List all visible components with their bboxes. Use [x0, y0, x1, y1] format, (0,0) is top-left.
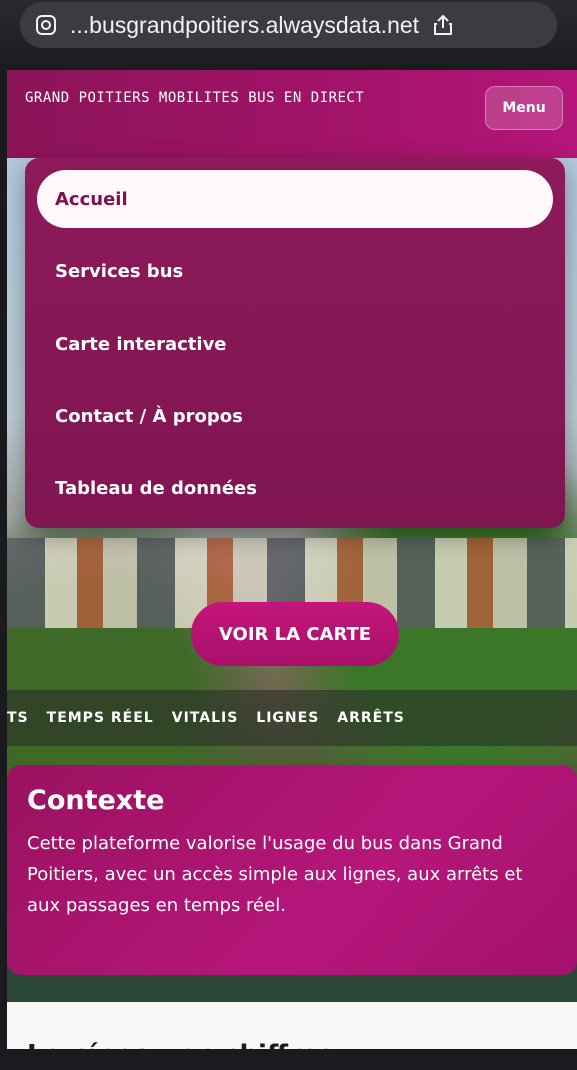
nav-item-contact[interactable]: Contact / À propos	[37, 387, 553, 445]
nav-item-accueil[interactable]: Accueil	[37, 170, 553, 228]
url-text[interactable]: ...busgrandpoitiers.alwaysdata.net	[70, 12, 419, 39]
nav-item-services-bus[interactable]: Services bus	[37, 242, 553, 300]
voir-la-carte-button[interactable]: VOIR LA CARTE	[191, 602, 399, 666]
ticker-item: TEMPS RÉEL	[46, 710, 154, 726]
ticker-item: TS	[7, 710, 29, 726]
share-icon[interactable]	[431, 13, 455, 37]
ticker-strip: TS TEMPS RÉEL VITALIS LIGNES ARRÊTS	[7, 690, 577, 746]
menu-button[interactable]: Menu	[485, 86, 563, 130]
nav-dropdown: Accueil Services bus Carte interactive C…	[25, 158, 565, 528]
site-settings-icon[interactable]	[34, 13, 58, 37]
context-title: Contexte	[27, 785, 165, 816]
context-text: Cette plateforme valorise l'usage du bus…	[27, 833, 523, 916]
nav-item-label: Carte interactive	[55, 333, 227, 355]
ticker-item: ARRÊTS	[337, 710, 405, 726]
screen: ...busgrandpoitiers.alwaysdata.net GRAND…	[0, 0, 577, 1070]
nav-item-label: Services bus	[55, 260, 184, 282]
address-bar[interactable]: ...busgrandpoitiers.alwaysdata.net	[20, 2, 557, 48]
browser-chrome: ...busgrandpoitiers.alwaysdata.net	[0, 0, 577, 70]
nav-item-label: Accueil	[55, 188, 128, 210]
nav-item-tableau-donnees[interactable]: Tableau de données	[37, 459, 553, 517]
site-brand[interactable]: GRAND POITIERS MOBILITES BUS EN DIRECT	[25, 90, 375, 107]
bottom-bar	[0, 1049, 577, 1059]
site-header: GRAND POITIERS MOBILITES BUS EN DIRECT M…	[7, 70, 577, 158]
context-card: Contexte Cette plateforme valorise l'usa…	[7, 765, 577, 975]
ticker-item: LIGNES	[256, 710, 320, 726]
nav-item-carte-interactive[interactable]: Carte interactive	[37, 315, 553, 373]
nav-item-label: Tableau de données	[55, 477, 257, 499]
ticker-item: VITALIS	[171, 710, 239, 726]
nav-item-label: Contact / À propos	[55, 405, 243, 427]
